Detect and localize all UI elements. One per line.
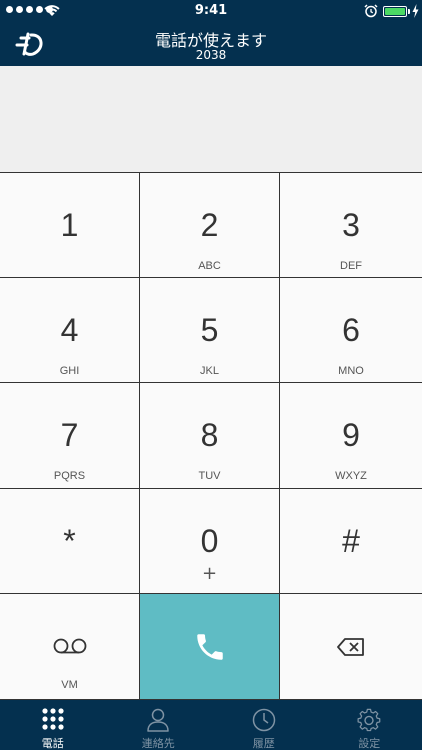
number-display-area [0,66,422,172]
key-4[interactable]: 4 GHI [0,277,140,384]
charging-bolt-icon [412,4,419,18]
key-hash[interactable]: # [280,488,422,595]
key-1[interactable]: 1 [0,172,140,278]
tab-phone-label: 電話 [41,737,64,750]
voicemail-label: VM [61,679,78,692]
tab-bar: 電話 連絡先 履歴 設定 [0,700,422,750]
clock-icon [252,708,275,732]
status-time: 9:41 [194,3,228,18]
key-3[interactable]: 3 DEF [280,172,422,278]
tab-contacts[interactable]: 連絡先 [106,700,212,750]
key-8[interactable]: 8 TUV [140,383,280,489]
call-button[interactable] [140,594,280,700]
key-9[interactable]: 9 WXYZ [280,383,422,489]
gear-icon [357,708,381,732]
key-5[interactable]: 5 JKL [140,277,280,384]
voicemail-icon [53,638,86,654]
key-star[interactable]: * [0,488,140,595]
tab-history[interactable]: 履歴 [211,700,317,750]
alarm-icon [364,4,378,18]
key-7[interactable]: 7 PQRS [0,383,140,489]
tab-settings-label: 設定 [358,737,381,750]
dial-keypad: 1 2 ABC 3 DEF 4 GHI 5 JKL 6 MNO 7 PQRS 8… [0,172,422,700]
header: 電話が使えます 2038 [0,22,422,66]
tab-phone[interactable]: 電話 [0,700,106,750]
voicemail-button[interactable]: VM [0,594,140,700]
key-6[interactable]: 6 MNO [280,277,422,384]
tab-settings[interactable]: 設定 [317,700,422,750]
status-bar: 9:41 [0,0,422,22]
key-2[interactable]: 2 ABC [140,172,280,278]
battery-icon [383,6,407,17]
extension-number: 2038 [195,48,227,62]
keypad-icon [42,708,64,730]
phone-icon [196,633,223,660]
backspace-icon [337,637,364,656]
delete-button[interactable] [280,594,422,700]
key-0[interactable]: 0 + [140,488,280,595]
tab-contacts-label: 連絡先 [141,737,175,750]
contacts-icon [147,708,169,732]
battery-tip [408,9,410,14]
tab-history-label: 履歴 [252,737,275,750]
